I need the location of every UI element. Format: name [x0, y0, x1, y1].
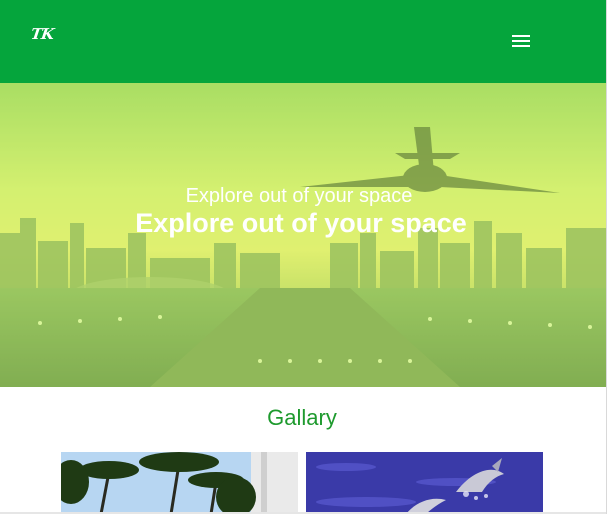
- menu-button[interactable]: [505, 27, 537, 53]
- hero-subtitle: Explore out of your space: [185, 185, 413, 207]
- hero-banner: Explore out of your space Explore out of…: [0, 83, 606, 387]
- page: TK Explore out of your space Explore out…: [0, 0, 606, 514]
- dolphins-image[interactable]: [306, 452, 543, 514]
- header-bar: TK: [0, 0, 606, 83]
- hero-title: Explore out of your space: [135, 208, 467, 238]
- logo-text: TK: [29, 25, 55, 43]
- palm-trees-image[interactable]: [61, 452, 298, 514]
- logo[interactable]: TK: [29, 23, 57, 45]
- gallery-title: Gallary: [267, 405, 337, 430]
